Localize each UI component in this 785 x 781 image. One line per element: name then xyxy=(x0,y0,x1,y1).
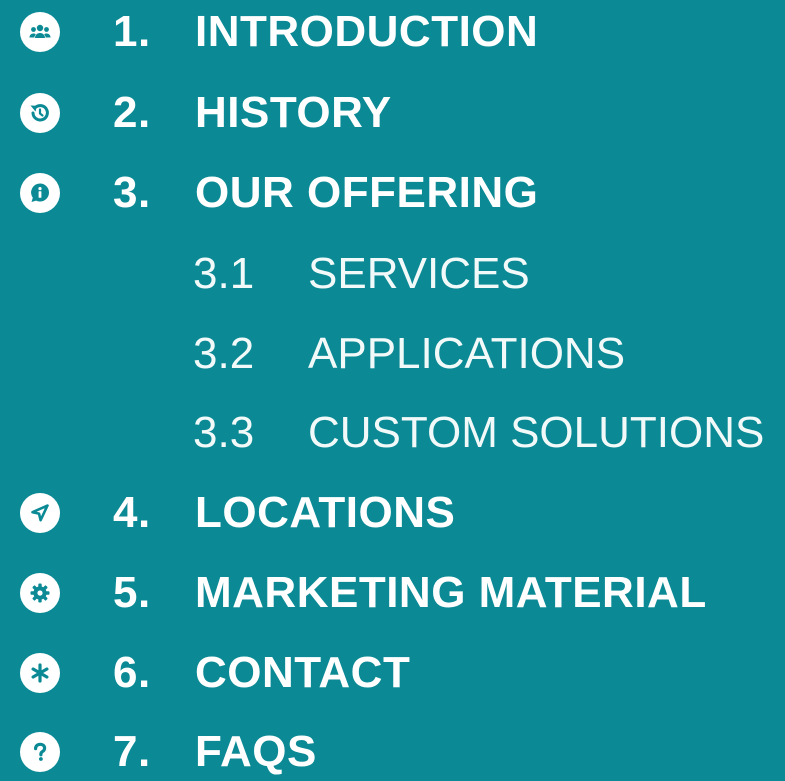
toc-item-faqs[interactable]: 7. FAQS xyxy=(0,712,785,781)
toc-subitem-custom-solutions[interactable]: 3.3 CUSTOM SOLUTIONS xyxy=(0,393,785,473)
gear-icon xyxy=(20,573,60,613)
question-icon xyxy=(20,732,60,772)
toc-number: 5. xyxy=(113,568,151,617)
toc-number: 6. xyxy=(113,648,151,697)
toc-label: FAQS xyxy=(195,727,317,776)
toc-number: 1. xyxy=(113,7,151,56)
users-icon xyxy=(20,12,60,52)
toc-label: SERVICES xyxy=(308,249,530,298)
toc-item-introduction[interactable]: 1. INTRODUCTION xyxy=(0,0,785,72)
toc-subitem-applications[interactable]: 3.2 APPLICATIONS xyxy=(0,314,785,394)
toc-number: 3.2 xyxy=(193,329,255,378)
toc-number: 4. xyxy=(113,488,151,537)
toc-label: OUR OFFERING xyxy=(195,168,539,217)
toc-item-marketing-material[interactable]: 5. MARKETING MATERIAL xyxy=(0,553,785,633)
toc-number: 3.1 xyxy=(193,249,255,298)
toc-label: MARKETING MATERIAL xyxy=(195,568,707,617)
toc-label: INTRODUCTION xyxy=(195,7,539,56)
toc-number: 3. xyxy=(113,168,151,217)
toc-item-history[interactable]: 2. HISTORY xyxy=(0,73,785,153)
toc-label: LOCATIONS xyxy=(195,488,456,537)
info-icon xyxy=(20,173,60,213)
toc-label: APPLICATIONS xyxy=(308,329,626,378)
toc-number: 2. xyxy=(113,88,151,137)
toc-item-contact[interactable]: 6. CONTACT xyxy=(0,633,785,713)
toc-item-locations[interactable]: 4. LOCATIONS xyxy=(0,473,785,553)
toc-label: HISTORY xyxy=(195,88,392,137)
toc-label: CUSTOM SOLUTIONS xyxy=(308,408,765,457)
history-icon xyxy=(20,93,60,133)
location-arrow-icon xyxy=(20,493,60,533)
toc-subitem-services[interactable]: 3.1 SERVICES xyxy=(0,234,785,314)
toc-number: 7. xyxy=(113,727,151,776)
toc-item-our-offering[interactable]: 3. OUR OFFERING xyxy=(0,153,785,233)
asterisk-icon xyxy=(20,653,60,693)
toc-label: CONTACT xyxy=(195,648,411,697)
toc-number: 3.3 xyxy=(193,408,255,457)
table-of-contents: 1. INTRODUCTION 2. HISTORY 3. OUR OFFERI… xyxy=(0,0,785,781)
